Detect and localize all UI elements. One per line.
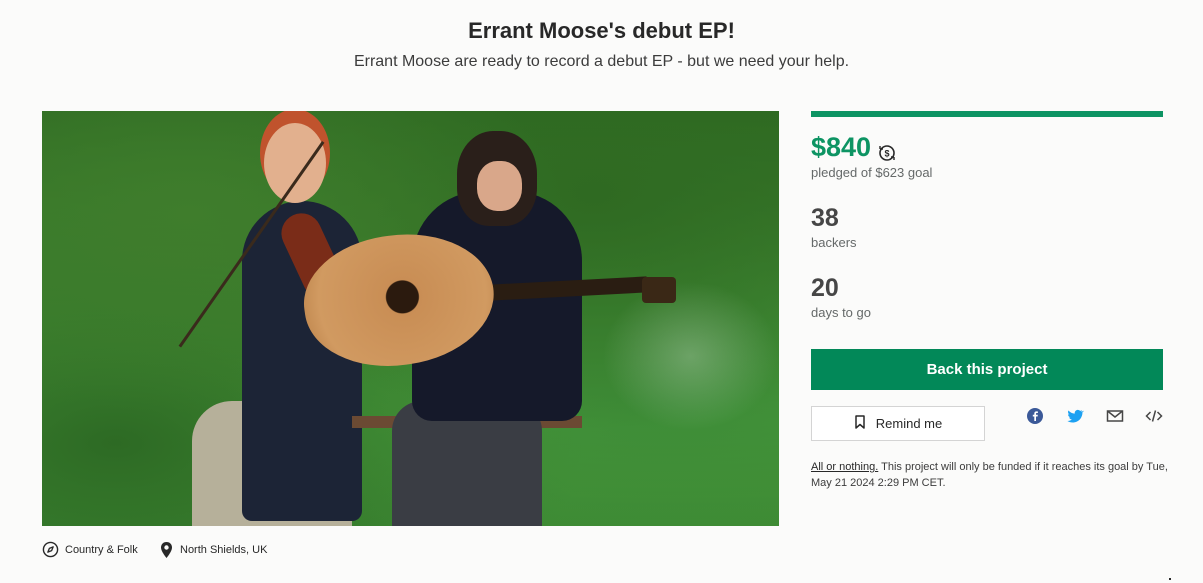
twitter-icon[interactable]: [1066, 407, 1084, 425]
location-label: North Shields, UK: [180, 544, 268, 556]
ghost-overlay: [602, 281, 779, 431]
compass-icon: [42, 541, 59, 558]
days-remaining-count: 20: [811, 274, 839, 302]
location-pin-icon: [159, 541, 174, 559]
project-hero-image[interactable]: [42, 111, 779, 526]
location-link[interactable]: North Shields, UK: [159, 541, 267, 559]
category-link[interactable]: Country & Folk: [42, 541, 138, 558]
svg-text:$: $: [885, 148, 890, 158]
funding-disclaimer: All or nothing. This project will only b…: [811, 459, 1171, 491]
project-page: Errant Moose's debut EP! Errant Moose ar…: [0, 0, 1203, 583]
guitarist-face: [477, 161, 522, 211]
facebook-icon[interactable]: [1026, 407, 1044, 425]
bookmark-icon: [854, 415, 866, 432]
remind-me-button[interactable]: Remind me: [811, 406, 985, 441]
pledged-amount: $840: [811, 132, 872, 162]
fiddler-head: [264, 123, 326, 203]
category-label: Country & Folk: [65, 543, 138, 556]
pledged-goal-label: pledged of $623 goal: [811, 165, 933, 180]
funding-progress-bar: [811, 111, 1163, 117]
project-subtitle: Errant Moose are ready to record a debut…: [353, 53, 850, 70]
embed-icon[interactable]: [1145, 407, 1163, 425]
back-this-project-button[interactable]: Back this project: [811, 349, 1163, 390]
remind-me-label: Remind me: [875, 416, 943, 431]
funding-progress-fill: [811, 111, 1163, 117]
project-title: Errant Moose's debut EP!: [468, 18, 735, 43]
pledged-amount-row: $840 $: [811, 132, 897, 163]
currency-conversion-icon[interactable]: $: [877, 139, 897, 161]
guitar-headstock: [642, 277, 676, 303]
backers-count: 38: [811, 204, 839, 232]
all-or-nothing-link[interactable]: All or nothing.: [811, 461, 878, 473]
days-remaining-label: days to go: [811, 305, 871, 320]
stray-dot: [1169, 578, 1171, 580]
backers-label: backers: [811, 235, 857, 250]
email-icon[interactable]: [1106, 407, 1124, 425]
